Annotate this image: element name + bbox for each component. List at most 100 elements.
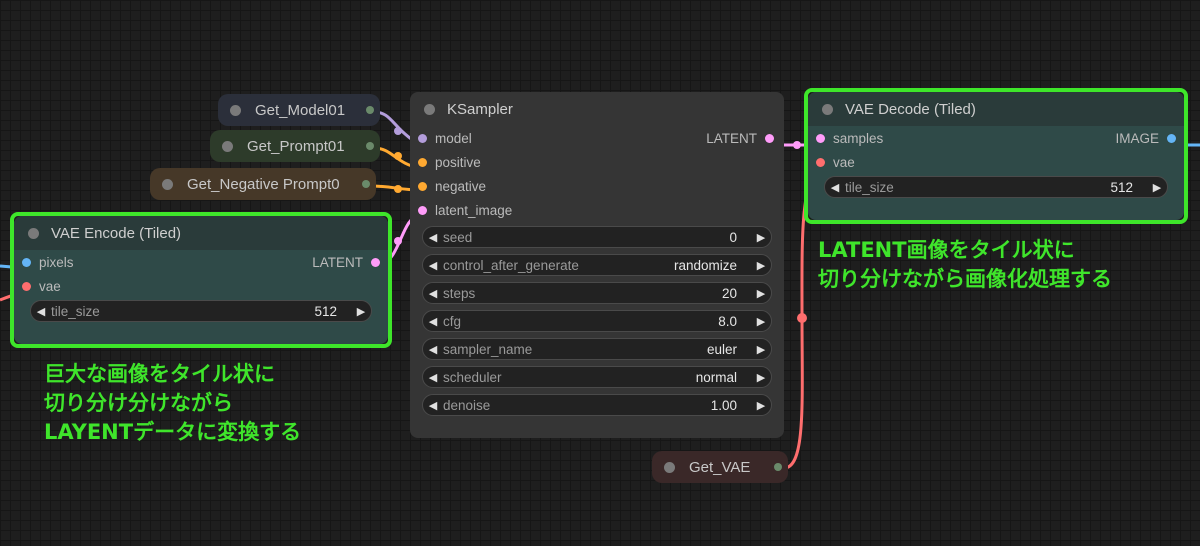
decrement-arrow-icon[interactable]: ◀ [423, 371, 443, 384]
vae-encode-title-bar[interactable]: VAE Encode (Tiled) [14, 216, 388, 250]
get-negative-node[interactable]: Get_Negative Prompt0 [150, 168, 376, 200]
input-slot-vae-icon[interactable] [22, 281, 31, 291]
decrement-arrow-icon[interactable]: ◀ [31, 305, 51, 318]
annotation-decode-line-1: LATENT画像をタイル状に [818, 238, 1075, 262]
widget-value[interactable]: 1.00 [711, 398, 737, 413]
widget-sampler-name[interactable]: ◀ sampler_name euler ▶ [422, 338, 772, 360]
decrement-arrow-icon[interactable]: ◀ [423, 315, 443, 328]
widget-value[interactable]: randomize [674, 258, 737, 273]
get-model-label: Get_Model01 [255, 101, 346, 119]
increment-arrow-icon[interactable]: ▶ [751, 259, 771, 272]
input-slot-samples-icon[interactable] [816, 133, 825, 143]
ksampler-slot-row-negative: negative [410, 174, 784, 198]
annotation-encode: 巨大な画像をタイル状に 切り分け分けながら LAYENTデータに変換する [44, 360, 301, 447]
get-prompt-node[interactable]: Get_Prompt01 [210, 130, 380, 162]
increment-arrow-icon[interactable]: ▶ [751, 343, 771, 356]
widget-label: seed [443, 229, 473, 245]
widget-label: denoise [443, 397, 491, 413]
vae-encode-node[interactable]: VAE Encode (Tiled) pixels LATENT vae ◀ t… [14, 216, 388, 344]
input-slot-model-icon[interactable] [418, 133, 427, 143]
collapse-dot-icon[interactable] [28, 227, 39, 239]
vae-decode-node[interactable]: VAE Decode (Tiled) samples IMAGE vae ◀ t… [808, 92, 1184, 220]
decrement-arrow-icon[interactable]: ◀ [423, 399, 443, 412]
widget-seed[interactable]: ◀ seed 0 ▶ [422, 226, 772, 248]
annotation-encode-line-2: 切り分け分けながら [44, 391, 233, 415]
increment-arrow-icon[interactable]: ▶ [751, 399, 771, 412]
input-label-latent-image: latent_image [435, 202, 513, 218]
widget-value[interactable]: 8.0 [718, 314, 737, 329]
widget-label: tile_size [845, 179, 894, 195]
widget-label: steps [443, 285, 476, 301]
input-label-positive: positive [435, 154, 481, 170]
vae-decode-title-bar[interactable]: VAE Decode (Tiled) [808, 92, 1184, 126]
widget-label: tile_size [51, 303, 100, 319]
decrement-arrow-icon[interactable]: ◀ [423, 343, 443, 356]
ksampler-slot-row-latent-image: latent_image [410, 198, 784, 222]
ksampler-title: KSampler [447, 100, 513, 118]
output-slot-icon[interactable] [366, 106, 374, 114]
decrement-arrow-icon[interactable]: ◀ [423, 287, 443, 300]
collapse-dot-icon[interactable] [424, 103, 435, 115]
widget-tile-size[interactable]: ◀ tile_size 512 ▶ [824, 176, 1168, 198]
ksampler-node[interactable]: KSampler model LATENT positive negative … [410, 92, 784, 438]
input-slot-pixels-icon[interactable] [22, 257, 31, 267]
widget-value[interactable]: 512 [314, 304, 337, 319]
vae-decode-slot-row-samples: samples IMAGE [808, 126, 1184, 150]
widget-value[interactable]: 20 [722, 286, 737, 301]
collapse-dot-icon[interactable] [162, 178, 173, 190]
widget-scheduler[interactable]: ◀ scheduler normal ▶ [422, 366, 772, 388]
widget-cfg[interactable]: ◀ cfg 8.0 ▶ [422, 310, 772, 332]
annotation-decode: LATENT画像をタイル状に 切り分けながら画像化処理する [818, 236, 1112, 294]
input-slot-negative-icon[interactable] [418, 181, 427, 191]
annotation-decode-line-2: 切り分けながら画像化処理する [818, 267, 1112, 291]
increment-arrow-icon[interactable]: ▶ [351, 305, 371, 318]
widget-value[interactable]: 0 [729, 230, 737, 245]
widget-tile-size[interactable]: ◀ tile_size 512 ▶ [30, 300, 372, 322]
vae-encode-slot-row-pixels: pixels LATENT [14, 250, 388, 274]
vae-encode-slot-row-vae: vae [14, 274, 388, 298]
widget-denoise[interactable]: ◀ denoise 1.00 ▶ [422, 394, 772, 416]
decrement-arrow-icon[interactable]: ◀ [423, 231, 443, 244]
increment-arrow-icon[interactable]: ▶ [751, 371, 771, 384]
widget-control-after-generate[interactable]: ◀ control_after_generate randomize ▶ [422, 254, 772, 276]
input-label-vae: vae [833, 154, 855, 170]
decrement-arrow-icon[interactable]: ◀ [423, 259, 443, 272]
input-slot-latent-image-icon[interactable] [418, 205, 427, 215]
input-label-vae: vae [39, 278, 61, 294]
ksampler-title-bar[interactable]: KSampler [410, 92, 784, 126]
input-label-pixels: pixels [39, 254, 74, 270]
input-slot-vae-icon[interactable] [816, 157, 825, 167]
increment-arrow-icon[interactable]: ▶ [751, 287, 771, 300]
output-label-latent: LATENT [312, 254, 363, 270]
input-label-samples: samples [833, 130, 884, 146]
output-slot-icon[interactable] [366, 142, 374, 150]
get-model-node[interactable]: Get_Model01 [218, 94, 380, 126]
input-slot-positive-icon[interactable] [418, 157, 427, 167]
input-label-model: model [435, 130, 472, 146]
collapse-dot-icon[interactable] [664, 461, 675, 473]
get-prompt-label: Get_Prompt01 [247, 137, 345, 155]
widget-steps[interactable]: ◀ steps 20 ▶ [422, 282, 772, 304]
annotation-encode-line-1: 巨大な画像をタイル状に [44, 362, 275, 386]
output-slot-latent-icon[interactable] [765, 133, 774, 143]
annotation-encode-line-3: LAYENTデータに変換する [44, 420, 302, 444]
collapse-dot-icon[interactable] [230, 104, 241, 116]
widget-label: scheduler [443, 369, 502, 385]
vae-decode-title: VAE Decode (Tiled) [845, 100, 976, 118]
decrement-arrow-icon[interactable]: ◀ [825, 181, 845, 194]
increment-arrow-icon[interactable]: ▶ [751, 315, 771, 328]
widget-value[interactable]: normal [696, 370, 737, 385]
output-slot-icon[interactable] [362, 180, 370, 188]
get-vae-label: Get_VAE [689, 458, 751, 476]
collapse-dot-icon[interactable] [222, 140, 233, 152]
output-slot-latent-icon[interactable] [371, 257, 380, 267]
output-slot-icon[interactable] [774, 463, 782, 471]
widget-value[interactable]: euler [707, 342, 737, 357]
vae-encode-title: VAE Encode (Tiled) [51, 224, 182, 242]
output-slot-image-icon[interactable] [1167, 133, 1176, 143]
get-vae-node[interactable]: Get_VAE [652, 451, 788, 483]
increment-arrow-icon[interactable]: ▶ [1147, 181, 1167, 194]
collapse-dot-icon[interactable] [822, 103, 833, 115]
widget-value[interactable]: 512 [1110, 180, 1133, 195]
increment-arrow-icon[interactable]: ▶ [751, 231, 771, 244]
